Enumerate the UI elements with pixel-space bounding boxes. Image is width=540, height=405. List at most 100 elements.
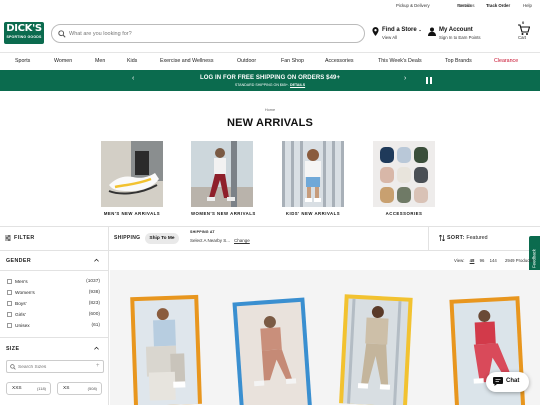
ship-to-me-toggle[interactable]: Ship To Me (145, 233, 179, 244)
size-button-xxs[interactable]: XXS (118) (6, 382, 51, 395)
product-count: 2949 Products (504, 258, 533, 263)
sort-label: SORT: (447, 235, 465, 241)
category-tile-kids[interactable]: KIDS' NEW ARRIVALS (282, 141, 344, 216)
checkbox[interactable] (7, 312, 12, 317)
nav-clearance[interactable]: Clearance (494, 58, 518, 64)
option-label: Girls' (15, 313, 26, 318)
promo-banner: ‹ LOG IN FOR FREE SHIPPING ON ORDERS $49… (0, 70, 540, 91)
option-count: (61) (91, 323, 100, 328)
checkbox[interactable] (7, 323, 12, 328)
location-pin-icon (372, 27, 379, 36)
filter-icon (5, 235, 11, 241)
option-count: (600) (88, 312, 100, 317)
category-label: KIDS' NEW ARRIVALS (285, 211, 341, 216)
category-tile-accessories[interactable]: ACCESSORIES (373, 141, 435, 216)
size-search[interactable]: + (6, 360, 104, 373)
category-tile-men[interactable]: MEN'S NEW ARRIVALS (101, 141, 163, 216)
product-card[interactable] (128, 292, 204, 405)
nav-kids[interactable]: Kids (127, 58, 137, 64)
product-grid (110, 270, 540, 405)
divider (428, 226, 429, 250)
product-image (339, 294, 413, 405)
find-store-button[interactable]: Find a Store ⌄ (382, 27, 422, 33)
product-card[interactable] (338, 292, 414, 405)
category-tile-women[interactable]: WOMEN'S NEW ARRIVALS (191, 141, 255, 216)
gender-option-mens[interactable]: Men's (7, 279, 28, 285)
view-label: View: (454, 258, 465, 263)
chevron-down-icon: ⌄ (418, 27, 422, 32)
gender-option-boys[interactable]: Boys' (7, 301, 27, 307)
dicks-logo[interactable]: DICK'S SPORTING GOODS (4, 22, 44, 44)
nav-women[interactable]: Women (54, 58, 72, 64)
nav-sports[interactable]: Sports (15, 58, 30, 64)
cart-label: Cart (518, 35, 527, 40)
view-option-48[interactable]: 48 (470, 258, 475, 263)
divider (0, 337, 108, 338)
view-option-144[interactable]: 144 (490, 258, 497, 263)
help-link[interactable]: Help (523, 3, 532, 8)
category-label: MEN'S NEW ARRIVALS (103, 211, 161, 216)
nav-exercise-wellness[interactable]: Exercise and Wellness (160, 58, 213, 64)
option-label: Unisex (15, 324, 30, 329)
nav-outdoor[interactable]: Outdoor (237, 58, 256, 64)
option-label: Men's (15, 280, 28, 285)
change-store-link[interactable]: Change (234, 238, 250, 243)
nav-top-brands[interactable]: Top Brands (445, 58, 472, 64)
promo-headline: LOG IN FOR FREE SHIPPING ON ORDERS $49+ (199, 75, 341, 81)
my-account-button[interactable]: My Account (439, 27, 473, 33)
category-label: ACCESSORIES (385, 211, 423, 216)
nav-weekly-deals[interactable]: This Week's Deals (378, 58, 422, 64)
filter-heading[interactable]: FILTER (14, 235, 35, 241)
chevron-right-icon[interactable]: › (404, 75, 406, 82)
view-option-96[interactable]: 96 (480, 258, 485, 263)
option-count: (1037) (86, 279, 100, 284)
checkbox[interactable] (7, 290, 12, 295)
gender-heading[interactable]: GENDER (6, 258, 31, 264)
gender-option-womens[interactable]: Women's (7, 290, 35, 296)
checkbox[interactable] (7, 279, 12, 284)
shipping-at-label: SHIPPING AT (190, 230, 215, 234)
chat-label: Chat (506, 378, 520, 384)
promo-sub-label: STANDARD SHIPPING ON $65+. (234, 83, 290, 87)
track-order-link[interactable]: Track Order (486, 3, 510, 8)
size-heading[interactable]: SIZE (6, 346, 19, 352)
nearby-store-select[interactable]: Select A Nearby S... (190, 238, 230, 243)
checkbox[interactable] (7, 301, 12, 306)
category-image-kids (282, 141, 344, 207)
gender-option-unisex[interactable]: Unisex (7, 323, 30, 329)
sort-dropdown[interactable]: SORT: Featured (447, 235, 488, 241)
search-bar[interactable] (51, 24, 365, 43)
product-card[interactable] (230, 292, 312, 405)
nav-men[interactable]: Men (95, 58, 105, 64)
size-search-input[interactable] (18, 363, 88, 371)
user-icon (428, 27, 436, 36)
nav-fan-shop[interactable]: Fan Shop (281, 58, 304, 64)
promo-subtext: STANDARD SHIPPING ON $65+. DETAILS (0, 83, 540, 87)
search-icon (10, 364, 16, 370)
chevron-up-icon[interactable] (94, 258, 99, 263)
category-image-men (101, 141, 163, 207)
breadcrumb[interactable]: Home (0, 108, 540, 112)
view-all-stores-link[interactable]: View All (382, 35, 397, 40)
chat-button[interactable]: Chat (486, 372, 529, 392)
search-icon (58, 30, 66, 38)
size-button-xs[interactable]: XS (508) (57, 382, 102, 395)
divider (108, 226, 109, 250)
sign-in-link[interactable]: Sign In to Earn Points (439, 35, 481, 40)
promo-details-link[interactable]: DETAILS (290, 83, 305, 87)
sort-value: Featured (466, 235, 488, 241)
pickup-delivery-link[interactable]: Pickup & Delivery (396, 3, 430, 8)
size-label: XS (63, 386, 70, 391)
nav-accessories[interactable]: Accessories (325, 58, 354, 64)
sort-icon (439, 235, 445, 241)
divider (0, 250, 540, 251)
services-link[interactable]: Services (458, 3, 474, 8)
chevron-up-icon[interactable] (94, 346, 99, 351)
divider (108, 250, 109, 405)
chat-icon (493, 377, 503, 386)
logo-wordmark: DICK'S (6, 23, 42, 34)
pause-icon[interactable] (426, 77, 432, 84)
search-input[interactable] (69, 29, 349, 39)
gender-option-girls[interactable]: Girls' (7, 312, 26, 318)
option-count: (938) (88, 290, 100, 295)
